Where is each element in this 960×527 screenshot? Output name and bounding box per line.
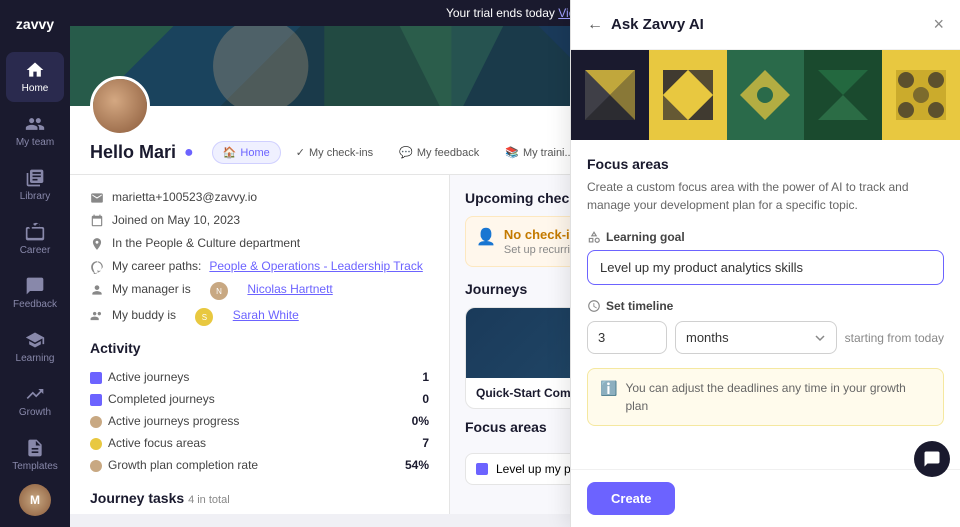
back-button[interactable]: ← (587, 16, 603, 34)
banner-tile-1 (571, 50, 649, 140)
info-note: ℹ️ You can adjust the deadlines any time… (587, 368, 944, 426)
profile-online-indicator: ● (184, 144, 194, 162)
timeline-unit-select[interactable]: days weeks months years (675, 321, 837, 354)
focus-areas-title: Focus areas (465, 419, 547, 435)
panel-focus-desc: Create a custom focus area with the powe… (587, 178, 944, 214)
profile-avatar (90, 76, 150, 136)
tab-checkins[interactable]: ✓ My check-ins (285, 141, 384, 164)
banner-tile-4 (804, 50, 882, 140)
panel-banner (571, 50, 960, 140)
sidebar-label-home: Home (22, 83, 49, 94)
activity-progress: Active journeys progress 0% (90, 410, 429, 432)
career-path-link[interactable]: People & Operations - Leadership Track (209, 259, 422, 273)
app-logo: zavvy (10, 10, 60, 38)
info-career-path: My career paths: People & Operations - L… (90, 259, 429, 274)
tab-feedback[interactable]: 💬 My feedback (388, 141, 490, 164)
tab-home[interactable]: 🏠 Home (212, 141, 281, 164)
sidebar-label-my-team: My team (16, 137, 54, 148)
manager-label: My manager is (112, 282, 191, 296)
sidebar-label-feedback: Feedback (13, 299, 57, 310)
manager-name[interactable]: Nicolas Hartnett (247, 282, 332, 296)
banner-tile-3 (727, 50, 805, 140)
info-joined: Joined on May 10, 2023 (90, 213, 429, 228)
activity-title: Activity (90, 340, 429, 356)
buddy-avatar: S (195, 308, 213, 326)
joined-text: Joined on May 10, 2023 (112, 213, 240, 227)
panel-header: ← Ask Zavvy AI × (571, 0, 960, 50)
info-department: In the People & Culture department (90, 236, 429, 251)
sidebar-label-growth: Growth (19, 407, 51, 418)
banner-tile-5 (882, 50, 960, 140)
email-text: marietta+100523@zavvy.io (112, 190, 257, 204)
banner-tile-2 (649, 50, 727, 140)
sidebar-item-home[interactable]: Home (6, 52, 64, 102)
sidebar-item-library[interactable]: Library (6, 160, 64, 210)
info-buddy: My buddy is S Sarah White (90, 308, 429, 326)
timeline-starting-text: starting from today (845, 331, 944, 345)
user-avatar[interactable]: M (19, 484, 51, 516)
sidebar: zavvy Home My team Library Career Feedba… (0, 0, 70, 527)
sidebar-item-career[interactable]: Career (6, 214, 64, 264)
activity-active-journeys: Active journeys 1 (90, 366, 429, 388)
profile-nav-tabs: 🏠 Home ✓ My check-ins 💬 My feedback 📚 My… (212, 141, 585, 164)
activity-growth-rate: Growth plan completion rate 54% (90, 454, 429, 476)
profile-name: Hello Mari (90, 142, 176, 163)
activity-focus-areas: Active focus areas 7 (90, 432, 429, 454)
panel-footer: Create (571, 469, 960, 527)
sidebar-label-learning: Learning (16, 353, 55, 364)
chat-widget[interactable] (914, 441, 950, 477)
buddy-name[interactable]: Sarah White (233, 308, 299, 322)
buddy-label: My buddy is (112, 308, 176, 322)
close-button[interactable]: × (933, 14, 944, 35)
timeline-label: Set timeline (587, 299, 944, 313)
career-path-label: My career paths: (112, 259, 201, 273)
focus-bar-indicator (476, 463, 488, 475)
no-checkin-icon: 👤 (476, 227, 496, 247)
sidebar-item-feedback[interactable]: Feedback (6, 268, 64, 318)
department-text: In the People & Culture department (112, 236, 300, 250)
timeline-number-input[interactable] (587, 321, 667, 354)
timeline-row: days weeks months years starting from to… (587, 321, 944, 354)
manager-avatar: N (210, 282, 228, 300)
sidebar-label-career: Career (20, 245, 51, 256)
activity-completed-journeys: Completed journeys 0 (90, 388, 429, 410)
sidebar-item-templates[interactable]: Templates (6, 430, 64, 480)
learning-goal-input[interactable] (587, 250, 944, 285)
info-email: marietta+100523@zavvy.io (90, 190, 429, 205)
panel-body: Focus areas Create a custom focus area w… (571, 140, 960, 469)
sidebar-item-learning[interactable]: Learning (6, 322, 64, 372)
info-icon: ℹ️ (600, 380, 617, 397)
info-note-text: You can adjust the deadlines any time in… (625, 379, 931, 415)
sidebar-item-growth[interactable]: Growth (6, 376, 64, 426)
info-manager: My manager is N Nicolas Hartnett (90, 282, 429, 300)
left-panel: marietta+100523@zavvy.io Joined on May 1… (70, 175, 450, 514)
empty-space: ☞ (587, 426, 944, 469)
panel-focus-title: Focus areas (587, 156, 944, 172)
sidebar-item-my-team[interactable]: My team (6, 106, 64, 156)
journey-tasks-title: Journey tasks 4 in total (90, 490, 429, 506)
ask-zavvy-panel: ← Ask Zavvy AI × (570, 0, 960, 527)
create-button[interactable]: Create (587, 482, 675, 515)
sidebar-label-templates: Templates (12, 461, 58, 472)
learning-goal-label: Learning goal (587, 230, 944, 244)
sidebar-label-library: Library (20, 191, 51, 202)
panel-title: Ask Zavvy AI (611, 16, 704, 33)
